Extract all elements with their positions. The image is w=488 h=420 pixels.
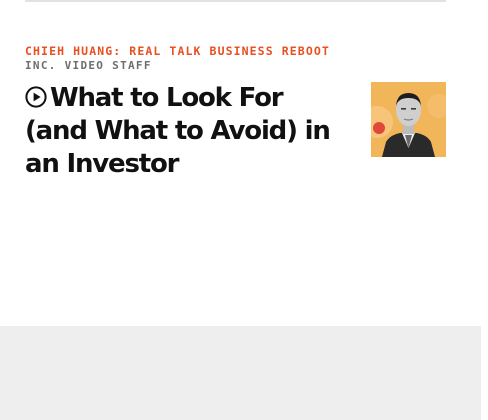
- headline-text: What to Look For (and What to Avoid) in …: [25, 83, 331, 179]
- series-kicker-link[interactable]: CHIEH HUANG: REAL TALK BUSINESS REBOOT: [25, 44, 330, 58]
- headline: What to Look For (and What to Avoid) in …: [25, 82, 335, 181]
- byline: INC. VIDEO STAFF: [25, 59, 152, 72]
- headline-link[interactable]: What to Look For (and What to Avoid) in …: [25, 82, 335, 181]
- article-card: CHIEH HUANG: REAL TALK BUSINESS REBOOT I…: [25, 44, 446, 194]
- play-circle-icon: [25, 86, 47, 108]
- portrait-image: [371, 82, 446, 157]
- top-divider: [25, 0, 446, 2]
- article-thumbnail[interactable]: [371, 82, 446, 157]
- footer-placeholder-band: [0, 326, 481, 420]
